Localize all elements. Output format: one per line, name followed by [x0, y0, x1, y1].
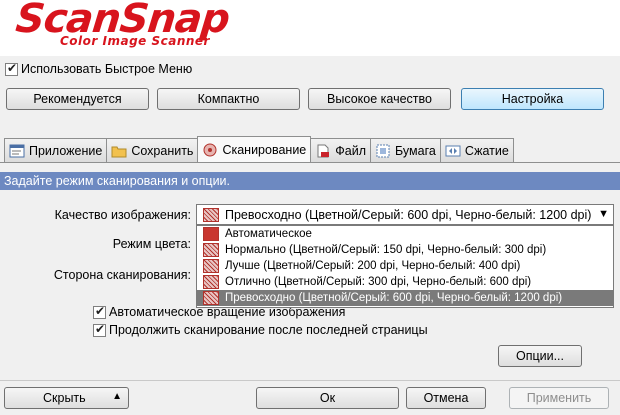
quick-menu-label: Использовать Быстрое Меню — [21, 62, 193, 76]
tab-save[interactable]: Сохранить — [106, 138, 199, 162]
quality-option-better[interactable]: Лучше (Цветной/Серый: 200 dpi, Черно-бел… — [197, 258, 613, 274]
continue-scan-checkbox[interactable] — [93, 322, 106, 337]
compression-icon — [445, 144, 461, 158]
quality-option-normal[interactable]: Нормально (Цветной/Серый: 150 dpi, Черно… — [197, 242, 613, 258]
tab-label: Сжатие — [464, 143, 509, 158]
color-mode-label: Режим цвета: — [112, 237, 191, 251]
scan-side-label: Сторона сканирования: — [53, 268, 191, 282]
tab-paper[interactable]: Бумага — [370, 138, 441, 162]
option-label: Превосходно (Цветной/Серый: 600 dpi, Чер… — [225, 292, 563, 304]
application-icon — [9, 144, 25, 158]
tab-label: Файл — [335, 143, 366, 158]
continue-scan-row[interactable]: Продолжить сканирование после последней … — [93, 322, 428, 337]
scan-icon — [202, 143, 218, 157]
quality-option-auto[interactable]: Автоматическое — [197, 226, 613, 242]
quick-menu-checkbox-row[interactable]: Использовать Быстрое Меню — [5, 61, 193, 76]
file-icon — [315, 144, 331, 158]
chevron-up-icon: ▲ — [112, 391, 122, 402]
cancel-button[interactable]: Отмена — [406, 387, 486, 409]
tab-compression[interactable]: Сжатие — [439, 138, 514, 162]
option-label: Автоматическое — [225, 228, 312, 240]
quality-excellent-icon — [203, 291, 219, 305]
quality-auto-icon — [203, 227, 219, 241]
ok-button[interactable]: Ок — [256, 387, 399, 409]
quality-option-best[interactable]: Отлично (Цветной/Серый: 300 dpi, Черно-б… — [197, 274, 613, 290]
image-quality-dropdown-list: Автоматическое Нормально (Цветной/Серый:… — [196, 225, 614, 308]
image-quality-value: Превосходно (Цветной/Серый: 600 dpi, Чер… — [225, 207, 592, 222]
option-label: Лучше (Цветной/Серый: 200 dpi, Черно-бел… — [225, 260, 521, 272]
hide-button-label: Скрыть — [43, 391, 86, 405]
apply-button[interactable]: Применить — [509, 387, 609, 409]
logo-tagline: Color Image Scanner — [60, 34, 210, 48]
tab-label: Приложение — [29, 143, 103, 158]
tab-label: Бумага — [395, 143, 436, 158]
chevron-down-icon[interactable]: ▼ — [598, 208, 609, 220]
quality-option-excellent[interactable]: Превосходно (Цветной/Серый: 600 dpi, Чер… — [197, 290, 613, 306]
options-button[interactable]: Опции... — [498, 345, 582, 367]
quick-menu-checkbox[interactable] — [5, 61, 18, 76]
continue-scan-label: Продолжить сканирование после последней … — [109, 323, 428, 337]
tab-file[interactable]: Файл — [310, 138, 371, 162]
paper-icon — [375, 144, 391, 158]
image-quality-select[interactable]: Превосходно (Цветной/Серый: 600 dpi, Чер… — [196, 204, 614, 225]
tab-application[interactable]: Приложение — [4, 138, 108, 162]
option-label: Отлично (Цветной/Серый: 300 dpi, Черно-б… — [225, 276, 532, 288]
scansnap-logo: ScanSnap Color Image Scanner — [0, 0, 620, 56]
quality-best-icon — [203, 275, 219, 289]
quality-better-icon — [203, 259, 219, 273]
preset-custom-button[interactable]: Настройка — [461, 88, 604, 110]
tab-label: Сканирование — [222, 142, 307, 157]
tab-scan[interactable]: Сканирование — [197, 136, 312, 162]
image-quality-label: Качество изображения: — [54, 208, 191, 222]
quality-superfine-icon — [203, 207, 219, 222]
preset-high-quality-button[interactable]: Высокое качество — [308, 88, 451, 110]
auto-rotate-checkbox[interactable] — [93, 304, 106, 319]
tab-panel-border — [0, 162, 620, 163]
footer-separator — [0, 380, 620, 381]
tab-label: Сохранить — [131, 143, 194, 158]
save-folder-icon — [111, 144, 127, 158]
preset-compact-button[interactable]: Компактно — [157, 88, 300, 110]
quality-normal-icon — [203, 243, 219, 257]
settings-tabs: Приложение Сохранить Сканирование Файл Б… — [4, 136, 514, 162]
hide-button[interactable]: Скрыть ▲ — [4, 387, 129, 409]
option-label: Нормально (Цветной/Серый: 150 dpi, Черно… — [225, 244, 547, 256]
preset-recommended-button[interactable]: Рекомендуется — [6, 88, 149, 110]
scan-settings-hint: Задайте режим сканирования и опции. — [0, 172, 620, 190]
